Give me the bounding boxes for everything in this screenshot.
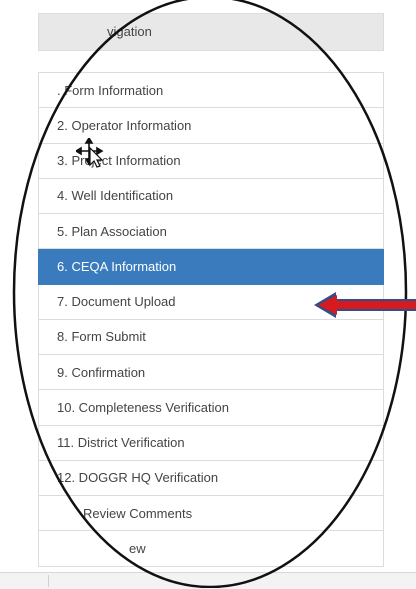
nav-item-label: 7. Document Upload — [57, 294, 176, 310]
nav-item-label: 5. Plan Association — [57, 223, 167, 239]
bottom-toolbar — [0, 572, 416, 589]
navigation-title: vigation — [107, 24, 152, 39]
nav-item-label: 12. DOGGR HQ Verification — [57, 470, 219, 486]
nav-item-label: 9. Confirmation — [57, 364, 146, 380]
nav-item-label: . Form Information — [57, 82, 164, 98]
nav-item-plan-association[interactable]: 5. Plan Association — [38, 214, 384, 250]
nav-item-label: 11. District Verification — [57, 435, 185, 451]
nav-item-label: 8. Form Submit — [57, 329, 146, 345]
navigation-panel-header: vigation — [38, 13, 384, 51]
nav-item-review-comments[interactable]: Review Comments — [38, 496, 384, 532]
nav-item-doggr-hq-verification[interactable]: 12. DOGGR HQ Verification — [38, 460, 384, 496]
nav-item-label: 6. CEQA Information — [57, 258, 177, 274]
nav-item-district-verification[interactable]: 11. District Verification — [38, 425, 384, 461]
nav-item-label: 4. Well Identification — [57, 188, 174, 204]
nav-item-form-submit[interactable]: 8. Form Submit — [38, 319, 384, 355]
nav-item-completeness-verification[interactable]: 10. Completeness Verification — [38, 390, 384, 426]
nav-item-label: 2. Operator Information — [57, 117, 192, 133]
nav-item-ceqa-information[interactable]: 6. CEQA Information — [38, 249, 384, 285]
toolbar-divider — [48, 575, 49, 587]
annotation-arrow-icon — [314, 292, 416, 318]
nav-item-label: ew — [129, 540, 146, 556]
nav-item-well-identification[interactable]: 4. Well Identification — [38, 178, 384, 214]
nav-item-label: Review Comments — [83, 505, 193, 521]
nav-item-form-information[interactable]: . Form Information — [38, 73, 384, 109]
move-cursor-icon — [76, 138, 104, 168]
nav-item-confirmation[interactable]: 9. Confirmation — [38, 355, 384, 391]
nav-item-review[interactable]: ew — [38, 531, 384, 567]
nav-item-label: 10. Completeness Verification — [57, 399, 229, 415]
